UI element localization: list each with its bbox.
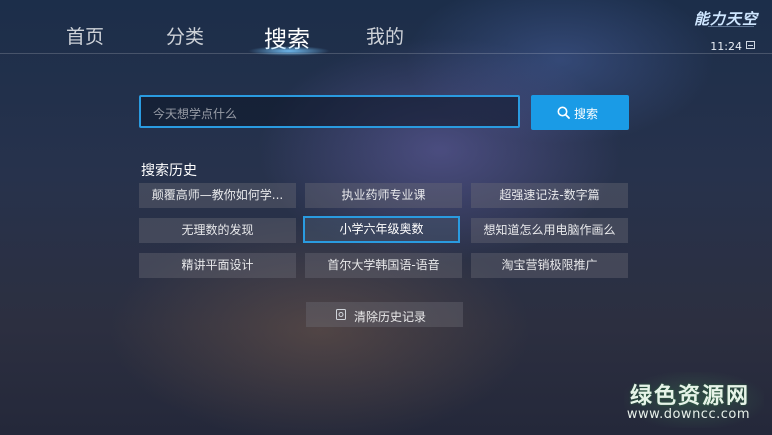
status-time: 11:24 (710, 40, 742, 53)
active-tab-indicator (248, 46, 330, 56)
search-placeholder: 今天想学点什么 (153, 107, 238, 121)
history-item[interactable]: 淘宝营销极限推广 (471, 253, 628, 278)
history-item[interactable]: 首尔大学韩国语-语音 (305, 253, 462, 278)
history-item[interactable]: 无理数的发现 (139, 218, 296, 243)
history-item[interactable]: 超强速记法-数字篇 (471, 183, 628, 208)
search-button-label: 搜索 (574, 107, 599, 121)
history-item-selected[interactable]: 小学六年级奥数 (303, 216, 460, 243)
history-item[interactable]: 颠覆高师—教你如何学... (139, 183, 296, 208)
history-item[interactable]: 精讲平面设计 (139, 253, 296, 278)
watermark-url: www.downcc.com (626, 407, 750, 422)
history-item[interactable]: 执业药师专业课 (305, 183, 462, 208)
trash-icon (336, 309, 346, 320)
nav-divider (0, 53, 772, 54)
watermark-logo: 绿色资源网 (629, 384, 750, 409)
search-input[interactable]: 今天想学点什么 (139, 95, 520, 128)
clear-history-label: 清除历史记录 (354, 310, 427, 324)
history-item[interactable]: 想知道怎么用电脑作画么 (471, 218, 628, 243)
brand-logo-underline (708, 26, 754, 27)
search-history-title: 搜索历史 (141, 163, 197, 179)
top-navigation: 首页 分类 搜索 我的 能力天空 11:24 (0, 0, 772, 56)
search-icon (557, 106, 570, 119)
nav-mine[interactable]: 我的 (366, 22, 404, 49)
nav-home[interactable]: 首页 (66, 22, 104, 49)
nav-category[interactable]: 分类 (166, 22, 204, 49)
clear-history-button[interactable]: 清除历史记录 (306, 302, 463, 327)
search-button[interactable]: 搜索 (531, 95, 629, 130)
network-icon (746, 41, 755, 49)
